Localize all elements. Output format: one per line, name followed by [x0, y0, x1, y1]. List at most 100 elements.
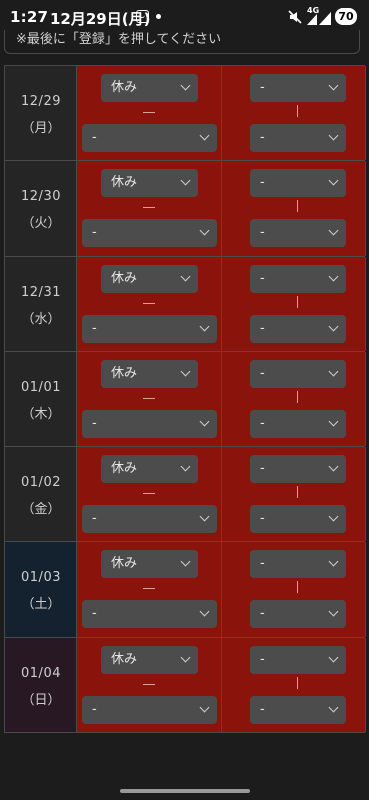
- select-value: -: [260, 365, 265, 381]
- break-end-select[interactable]: -: [250, 409, 346, 438]
- chevron-down-icon: [199, 702, 210, 713]
- home-indicator[interactable]: [120, 789, 250, 793]
- mute-icon: [288, 10, 302, 24]
- select-value: -: [260, 175, 265, 191]
- select-value: -: [260, 130, 265, 145]
- range-separator: [143, 302, 155, 304]
- break-start-select[interactable]: -: [250, 169, 346, 198]
- shift-cell: 休み -: [77, 447, 222, 542]
- weekday-label: （火）: [21, 216, 61, 232]
- range-separator: [297, 200, 298, 213]
- signal-strength-icon: [319, 12, 331, 25]
- chevron-down-icon: [328, 652, 339, 663]
- date-label: 01/01: [21, 379, 61, 395]
- date-label: 12/31: [21, 284, 61, 300]
- battery-level: 70: [335, 8, 357, 25]
- select-value: 休み: [111, 461, 138, 477]
- break-start-select[interactable]: -: [250, 264, 346, 293]
- select-value: -: [260, 701, 265, 717]
- status-bar: 1:27 12月29日(月) 4G 70: [0, 0, 369, 34]
- shift-cell: 休み -: [77, 542, 222, 637]
- break-start-select[interactable]: -: [250, 550, 346, 579]
- start-select[interactable]: 休み: [101, 74, 198, 102]
- break-cell: - -: [222, 447, 366, 542]
- weekday-label: （月）: [21, 121, 61, 136]
- table-row: 01/01 （木） 休み - - -: [5, 351, 366, 448]
- chevron-down-icon: [180, 557, 191, 567]
- break-end-select[interactable]: -: [250, 219, 346, 248]
- break-end-select[interactable]: -: [250, 505, 346, 534]
- select-value: -: [92, 701, 97, 717]
- chevron-down-icon: [328, 607, 339, 617]
- start-select[interactable]: 休み: [101, 264, 198, 293]
- select-value: 休み: [111, 556, 138, 572]
- select-value: -: [260, 651, 265, 667]
- chevron-down-icon: [328, 175, 339, 186]
- end-select[interactable]: -: [82, 409, 217, 438]
- chevron-down-icon: [199, 607, 210, 617]
- date-label: 01/04: [21, 665, 61, 681]
- end-select[interactable]: -: [82, 505, 217, 534]
- range-separator: [143, 493, 155, 495]
- break-end-select[interactable]: -: [250, 314, 346, 343]
- break-start-select[interactable]: -: [250, 645, 346, 674]
- schedule-table: 12/29 （月） 休み - - - 12/30 （火） 休み - - - 12…: [4, 65, 366, 734]
- chevron-down-icon: [199, 416, 210, 427]
- select-value: -: [260, 415, 265, 431]
- table-row: 12/31 （水） 休み - - -: [5, 256, 366, 352]
- chevron-down-icon: [180, 366, 191, 377]
- chevron-down-icon: [180, 461, 191, 472]
- shift-cell: 休み -: [77, 637, 222, 733]
- chevron-down-icon: [180, 271, 191, 282]
- select-value: 休み: [111, 651, 138, 667]
- break-start-select[interactable]: -: [250, 359, 346, 388]
- start-select[interactable]: 休み: [101, 645, 198, 674]
- range-separator: [297, 581, 298, 594]
- start-select[interactable]: 休み: [101, 455, 198, 484]
- range-separator: [143, 588, 155, 590]
- range-separator: [297, 390, 298, 403]
- range-separator: [297, 486, 298, 499]
- break-end-select[interactable]: -: [250, 600, 346, 629]
- chevron-down-icon: [328, 225, 339, 236]
- weekday-label: （金）: [21, 502, 61, 518]
- app-root: ※最後に「登録」を押してください 1:27 12月29日(月) 4G 70 12: [0, 0, 369, 800]
- date-label: 01/02: [21, 475, 61, 491]
- start-select[interactable]: 休み: [101, 550, 198, 579]
- select-value: -: [92, 606, 97, 622]
- select-value: -: [260, 320, 265, 336]
- shift-cell: 休み -: [77, 351, 222, 447]
- range-separator: [143, 397, 155, 399]
- end-select[interactable]: -: [82, 600, 217, 629]
- break-start-select[interactable]: -: [250, 74, 346, 102]
- end-select[interactable]: -: [82, 219, 217, 248]
- range-separator: [143, 207, 155, 209]
- break-start-select[interactable]: -: [250, 455, 346, 484]
- range-separator: [143, 112, 155, 113]
- table-row: 12/30 （火） 休み - - -: [5, 161, 366, 257]
- date-cell: 12/29 （月）: [5, 66, 77, 161]
- shift-cell: 休み -: [77, 161, 222, 256]
- start-select[interactable]: 休み: [101, 359, 198, 388]
- select-value: 休み: [111, 175, 138, 191]
- range-separator: [297, 105, 298, 117]
- select-value: 休み: [111, 80, 138, 95]
- table-row: 01/04 （日） 休み - - -: [5, 637, 366, 734]
- select-value: -: [92, 415, 97, 431]
- start-select[interactable]: 休み: [101, 169, 198, 198]
- break-end-select[interactable]: -: [250, 695, 346, 724]
- select-value: -: [260, 556, 265, 572]
- chevron-down-icon: [328, 321, 339, 332]
- chevron-down-icon: [328, 130, 339, 141]
- end-select[interactable]: -: [82, 124, 217, 152]
- end-select[interactable]: -: [82, 314, 217, 343]
- select-value: -: [260, 270, 265, 286]
- break-cell: - -: [222, 161, 366, 256]
- select-value: -: [260, 511, 265, 527]
- chevron-down-icon: [180, 652, 191, 663]
- range-separator: [297, 295, 298, 308]
- end-select[interactable]: -: [82, 695, 217, 724]
- break-end-select[interactable]: -: [250, 124, 346, 152]
- chevron-down-icon: [328, 557, 339, 567]
- select-value: -: [260, 80, 265, 95]
